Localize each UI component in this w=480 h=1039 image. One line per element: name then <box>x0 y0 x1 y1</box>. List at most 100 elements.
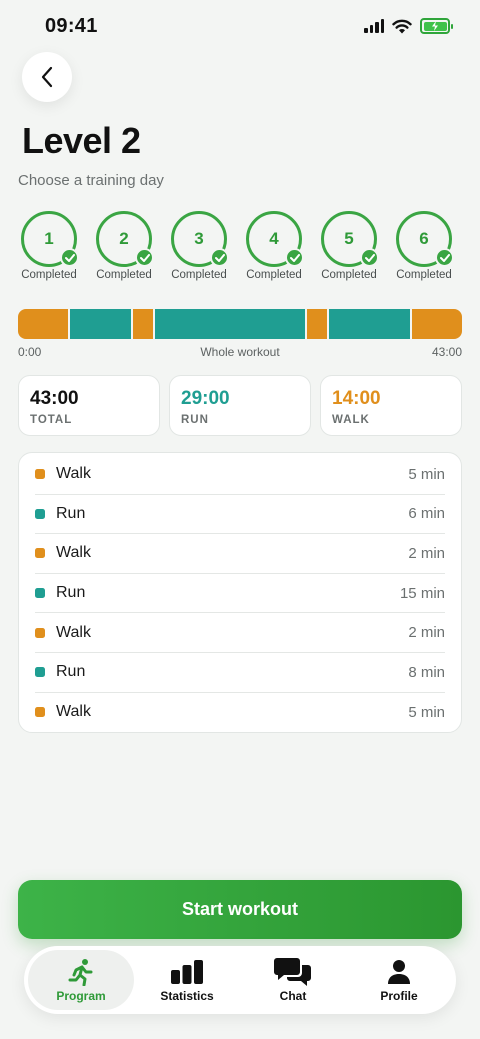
check-icon <box>135 248 154 267</box>
interval-duration: 2 min <box>408 624 445 642</box>
day-number: 4 <box>269 229 279 248</box>
day-1[interactable]: 1 Completed <box>18 211 80 281</box>
interval-duration: 2 min <box>408 544 445 562</box>
list-item: Walk 2 min <box>35 534 445 574</box>
list-item: Walk 5 min <box>35 455 445 495</box>
day-circle: 4 <box>246 211 304 267</box>
run-segment <box>329 309 410 339</box>
check-icon <box>285 248 304 267</box>
day-status: Completed <box>171 269 227 281</box>
interval-duration: 5 min <box>408 703 445 721</box>
chevron-left-icon <box>41 66 53 88</box>
timeline-label: Whole workout <box>200 345 280 359</box>
status-icons <box>364 18 453 34</box>
nav-program-label: Program <box>56 988 106 1003</box>
training-day-list: 1 Completed 2 Completed 3 Completed 4 Co… <box>18 211 480 287</box>
day-circle: 1 <box>21 211 79 267</box>
check-icon <box>360 248 379 267</box>
walk-segment <box>132 309 153 339</box>
interval-duration: 6 min <box>408 505 445 523</box>
page-subtitle: Choose a training day <box>18 172 164 189</box>
wifi-icon <box>392 19 412 33</box>
run-segment <box>70 309 131 339</box>
interval-duration: 8 min <box>408 663 445 681</box>
day-number: 6 <box>419 229 429 248</box>
day-3[interactable]: 3 Completed <box>168 211 230 281</box>
walk-label: WALK <box>332 414 370 426</box>
cellular-signal-icon <box>364 19 384 33</box>
run-value: 29:00 <box>181 388 230 409</box>
list-item: Run 8 min <box>35 653 445 693</box>
run-segment <box>154 309 306 339</box>
day-6[interactable]: 6 Completed <box>393 211 455 281</box>
battery-icon <box>420 18 453 34</box>
nav-profile[interactable]: Profile <box>346 950 452 1010</box>
day-circle: 2 <box>96 211 154 267</box>
run-label: RUN <box>181 414 209 426</box>
walk-dot <box>35 469 45 480</box>
interval-type: Walk <box>56 703 91 721</box>
run-dot <box>35 508 45 519</box>
list-item: Run 15 min <box>35 574 445 614</box>
day-circle: 3 <box>171 211 229 267</box>
walk-segment <box>307 309 328 339</box>
nav-chat-label: Chat <box>279 988 307 1003</box>
interval-type: Walk <box>56 544 91 562</box>
walk-segment <box>411 309 463 339</box>
nav-profile-label: Profile <box>380 988 418 1003</box>
total-card: 43:00 TOTAL <box>18 375 160 436</box>
day-status: Completed <box>21 269 77 281</box>
nav-statistics-label: Statistics <box>160 988 214 1003</box>
interval-list: Walk 5 min Run 6 min Walk 2 min Run 15 m… <box>18 452 462 733</box>
timeline-end: 43:00 <box>431 345 462 359</box>
nav-statistics[interactable]: Statistics <box>134 950 240 1010</box>
list-item: Run 6 min <box>35 495 445 535</box>
list-item: Walk 2 min <box>35 613 445 653</box>
back-button[interactable] <box>22 52 72 102</box>
bar-chart-icon <box>171 959 203 984</box>
day-status: Completed <box>96 269 152 281</box>
interval-duration: 15 min <box>399 584 445 602</box>
day-number: 3 <box>194 229 204 248</box>
day-circle: 5 <box>321 211 379 267</box>
interval-type: Run <box>56 584 86 602</box>
day-4[interactable]: 4 Completed <box>243 211 305 281</box>
day-circle: 6 <box>396 211 454 267</box>
day-number: 1 <box>44 229 54 248</box>
check-icon <box>210 248 229 267</box>
run-dot <box>35 667 45 678</box>
nav-chat[interactable]: Chat <box>240 950 346 1010</box>
workout-timeline <box>18 309 463 339</box>
run-card: 29:00 RUN <box>169 375 311 436</box>
day-status: Completed <box>396 269 452 281</box>
check-icon <box>60 248 79 267</box>
total-label: TOTAL <box>30 414 73 426</box>
bottom-nav: Program Statistics Chat Profile <box>24 946 456 1014</box>
start-workout-button[interactable]: Start workout <box>18 880 462 939</box>
check-icon <box>435 248 454 267</box>
total-value: 43:00 <box>30 388 79 409</box>
day-5[interactable]: 5 Completed <box>318 211 380 281</box>
day-number: 5 <box>344 229 354 248</box>
walk-card: 14:00 WALK <box>320 375 462 436</box>
day-number: 2 <box>119 229 129 248</box>
status-time: 09:41 <box>45 15 98 37</box>
walk-dot <box>35 548 45 559</box>
person-icon <box>388 959 410 984</box>
nav-program[interactable]: Program <box>28 950 134 1010</box>
run-dot <box>35 588 45 599</box>
interval-type: Walk <box>56 465 91 483</box>
day-status: Completed <box>321 269 377 281</box>
list-item: Walk 5 min <box>35 693 445 733</box>
walk-dot <box>35 707 45 718</box>
walk-segment <box>18 309 69 339</box>
day-2[interactable]: 2 Completed <box>93 211 155 281</box>
status-bar: 09:41 <box>0 0 480 54</box>
timeline-labels: 0:00 Whole workout 43:00 <box>18 345 462 361</box>
day-status: Completed <box>246 269 302 281</box>
running-person-icon <box>68 958 93 986</box>
interval-type: Run <box>56 504 86 522</box>
page-title: Level 2 <box>22 120 141 161</box>
interval-duration: 5 min <box>408 465 445 483</box>
chat-bubbles-icon <box>274 957 311 986</box>
